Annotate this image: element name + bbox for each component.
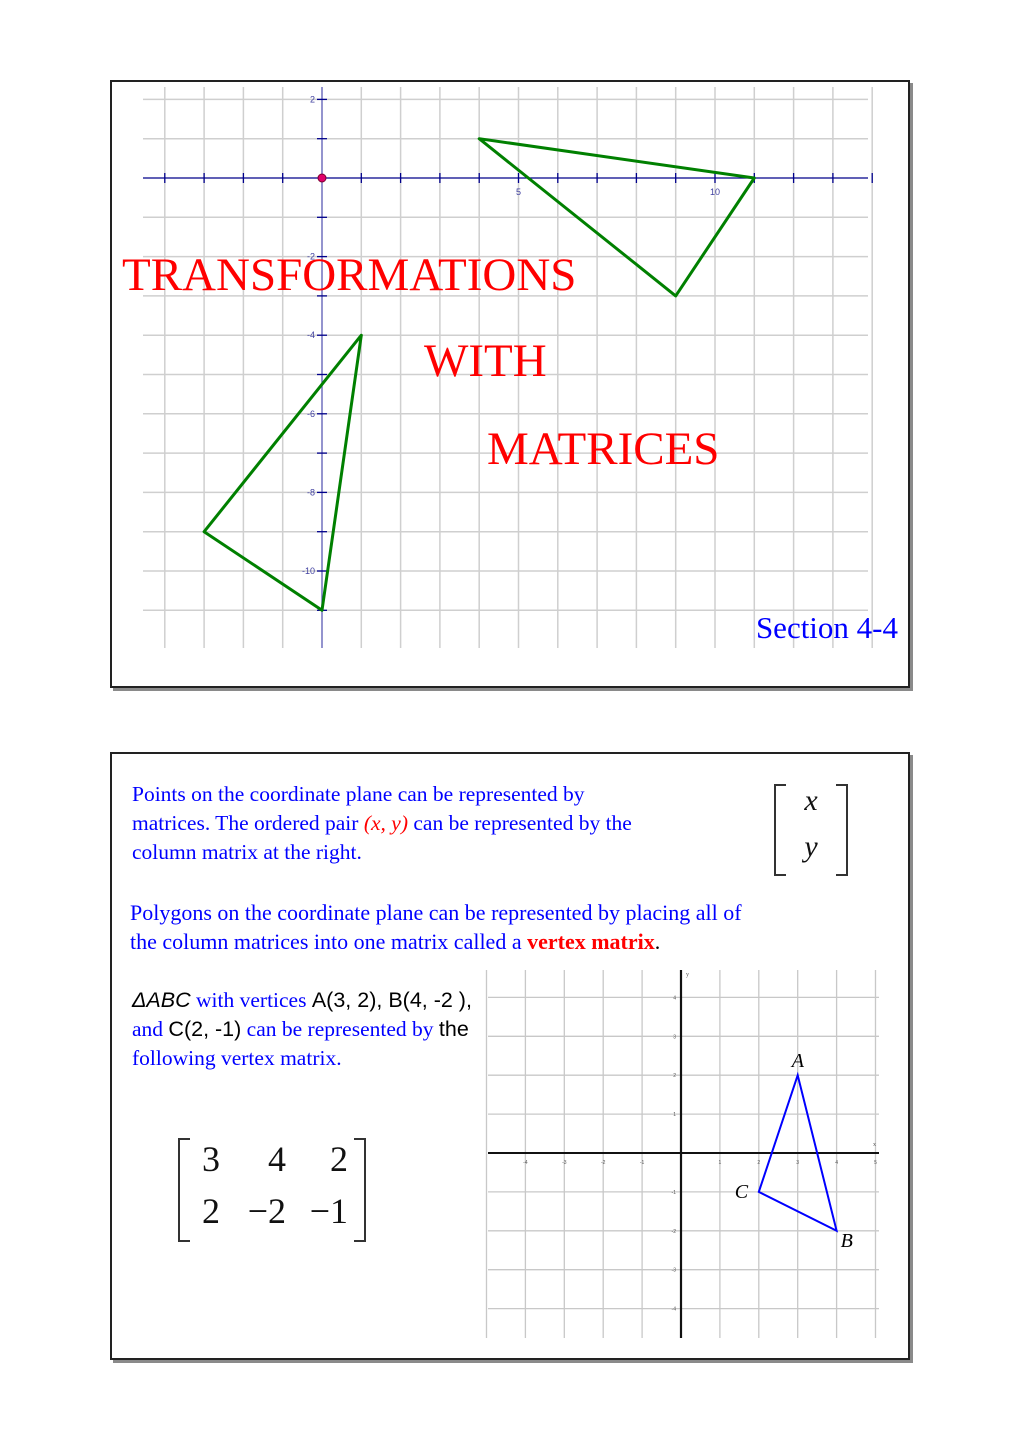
vertex-a-coords: A(3, 2),	[311, 988, 389, 1012]
y-tick-label: -6	[307, 409, 315, 419]
triangle-line-1: ΔABC with vertices A(3, 2), B(4, -2 ),	[132, 986, 472, 1015]
x-tick-label: 1	[719, 1160, 722, 1166]
title-line-with: WITH	[424, 335, 547, 387]
polygon-text: the column matrices into one matrix call…	[130, 929, 528, 954]
x-tick-label: 4	[835, 1160, 838, 1166]
polygon-line-1: Polygons on the coordinate plane can be …	[130, 900, 742, 925]
x-tick-label: 5	[874, 1160, 877, 1166]
polygon-paragraph: Polygons on the coordinate plane can be …	[130, 898, 742, 956]
section-label: Section 4-4	[755, 610, 898, 645]
y-tick-label: -4	[672, 1307, 677, 1313]
intro-text: can be represented by the	[407, 811, 632, 835]
vertex-matrix-term: vertex matrix	[527, 929, 655, 954]
title-slide: 5 10 2 -2 -4 -6 -8 -10 TRANSFORMATIONS WITH MAT…	[110, 80, 910, 688]
y-tick-label: 2	[673, 1073, 676, 1079]
x-tick-label: 2	[757, 1160, 760, 1166]
matrix-entry: 3	[202, 1139, 220, 1179]
intro-line-1: Points on the coordinate plane can be re…	[132, 782, 585, 806]
vertex-matrix-entries: 3 4 2 2 −2 −1	[190, 1138, 354, 1242]
triangle-paragraph: ΔABC with vertices A(3, 2), B(4, -2 ), a…	[132, 986, 472, 1073]
y-tick-label: -1	[672, 1190, 677, 1196]
triangle-line-3: following vertex matrix.	[132, 1046, 342, 1070]
x-tick-label: -2	[601, 1160, 606, 1166]
y-tick-label: -4	[307, 330, 315, 340]
left-bracket	[178, 1138, 190, 1242]
y-tick-label: -2	[672, 1229, 677, 1235]
x-tick-label: -4	[523, 1160, 528, 1166]
y-tick-label: -10	[302, 566, 315, 576]
title-line-matrices: MATRICES	[487, 423, 720, 475]
x-tick-label: 5	[516, 187, 521, 197]
triangle-text: the	[438, 1017, 469, 1041]
vertex-matrix-slide: -4 -3 -2 -1 1 2 3 4 5 4 3 2 1 -1 -2 -3 -4 x y A B C Points on…	[110, 752, 910, 1360]
column-matrix-entries: x y	[786, 784, 836, 876]
y-axis-label: y	[686, 972, 689, 978]
y-tick-label: -8	[307, 487, 315, 497]
y-tick-label: 3	[673, 1034, 676, 1040]
matrix-entry: 2	[330, 1139, 348, 1179]
vertex-label-c: C	[735, 1181, 749, 1203]
triangle-text: and	[132, 1017, 169, 1041]
matrix-entry: 4	[268, 1139, 286, 1179]
vertex-c-coords: C(2, -1)	[168, 1017, 242, 1041]
matrix-entry: x	[804, 784, 818, 817]
y-tick-label: -3	[672, 1268, 677, 1274]
polygon-line-2: the column matrices into one matrix call…	[130, 927, 742, 956]
y-tick-label: 1	[673, 1112, 676, 1118]
matrix-entry: y	[804, 830, 818, 863]
right-bracket	[354, 1138, 366, 1242]
x-tick-label: -1	[640, 1160, 645, 1166]
y-tick-label: 2	[310, 94, 315, 104]
vertex-label-a: A	[790, 1050, 805, 1072]
vertex-matrix: 3 4 2 2 −2 −1	[178, 1138, 366, 1242]
x-tick-label: 3	[796, 1160, 799, 1166]
intro-text: matrices. The ordered pair	[132, 811, 364, 835]
origin-point	[317, 173, 327, 183]
y-tick-label: 4	[673, 995, 676, 1001]
x-axis-label: x	[873, 1142, 876, 1148]
right-bracket	[836, 784, 848, 876]
vertex-label-b: B	[841, 1230, 853, 1252]
matrix-entry: 2	[202, 1191, 220, 1231]
period: .	[654, 929, 661, 954]
intro-line-2: matrices. The ordered pair (x, y) can be…	[132, 809, 632, 838]
matrix-entry: −2	[247, 1191, 286, 1231]
triangle-text: can be represented by	[241, 1017, 439, 1041]
vertex-b-coords: B(4, -2 ),	[388, 988, 472, 1012]
title-line-transformations: TRANSFORMATIONS	[122, 249, 577, 301]
x-tick-label: -3	[562, 1160, 567, 1166]
intro-paragraph: Points on the coordinate plane can be re…	[132, 780, 632, 867]
ordered-pair: (x, y)	[363, 811, 408, 835]
x-tick-label: 10	[710, 187, 720, 197]
intro-line-3: column matrix at the right.	[132, 840, 362, 864]
triangle-name: ΔABC	[132, 988, 191, 1012]
left-bracket	[774, 784, 786, 876]
column-matrix: x y	[774, 784, 848, 876]
triangle-text: with vertices	[190, 988, 312, 1012]
triangle-line-2: and C(2, -1) can be represented by the	[132, 1015, 472, 1044]
matrix-entry: −1	[309, 1191, 348, 1231]
